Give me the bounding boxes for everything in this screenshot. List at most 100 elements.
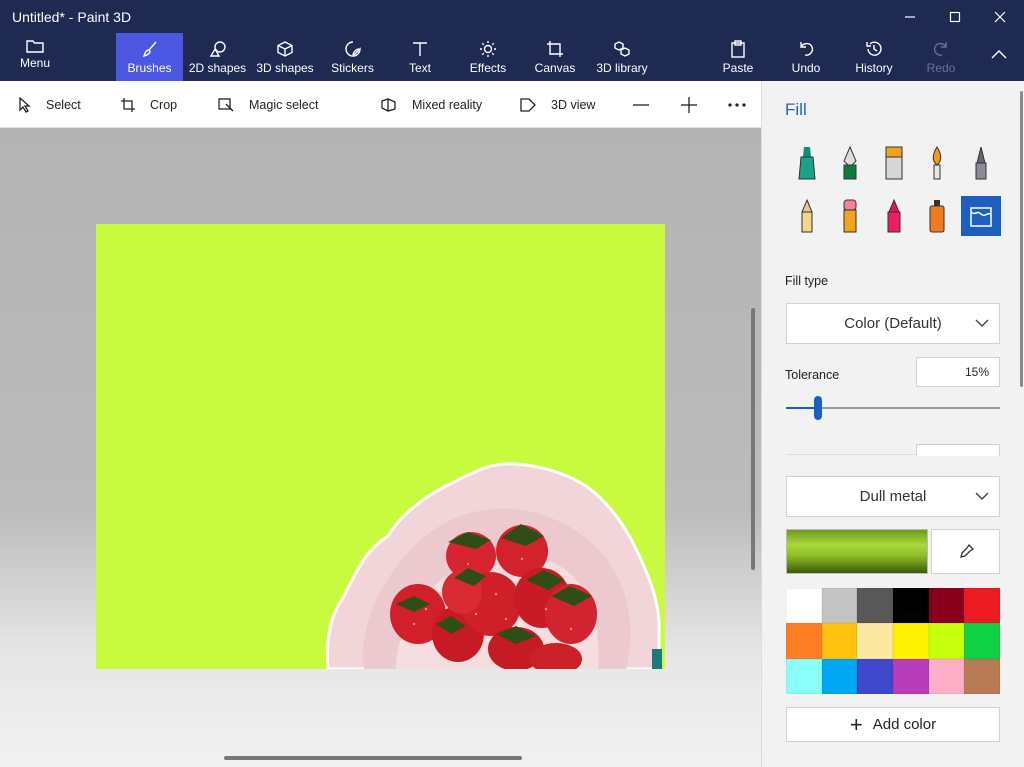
palette-swatch[interactable] xyxy=(857,588,893,624)
palette-swatch[interactable] xyxy=(893,658,929,694)
magic-select-button[interactable]: Magic select xyxy=(217,81,318,128)
ribbon: Menu Brushes 2D shapes 3D shapes Sticker… xyxy=(0,33,1024,81)
paste-button[interactable]: Paste xyxy=(718,33,758,81)
drawing-canvas[interactable] xyxy=(96,224,665,669)
collapse-ribbon-button[interactable] xyxy=(984,33,1014,81)
palette-swatch[interactable] xyxy=(964,658,1000,694)
workspace[interactable] xyxy=(0,128,761,767)
history-label: History xyxy=(855,61,893,75)
zoom-out-button[interactable] xyxy=(632,81,650,128)
stickers-tab[interactable]: Stickers xyxy=(324,33,381,81)
palette-swatch[interactable] xyxy=(928,588,965,624)
palette-swatch[interactable] xyxy=(964,588,1000,624)
redo-icon xyxy=(933,42,947,56)
select-label: Select xyxy=(46,97,81,112)
3d-view-button[interactable]: 3D view xyxy=(519,81,595,128)
3d-view-icon xyxy=(520,97,536,112)
more-options-button[interactable] xyxy=(728,81,746,128)
oil-brush-button[interactable] xyxy=(874,143,914,183)
chevron-down-icon xyxy=(975,319,989,327)
window-title: Untitled* - Paint 3D xyxy=(12,9,132,25)
spray-can-button[interactable] xyxy=(917,196,957,236)
panel-scrollbar[interactable] xyxy=(1020,91,1023,387)
2d-shapes-tab[interactable]: 2D shapes xyxy=(186,33,249,81)
chevron-down-icon xyxy=(975,492,989,500)
palette-swatch[interactable] xyxy=(928,658,965,694)
horizontal-scrollbar[interactable] xyxy=(224,756,522,760)
eraser-button[interactable] xyxy=(830,196,870,236)
crop-button[interactable]: Crop xyxy=(120,81,177,128)
vertical-scrollbar[interactable] xyxy=(751,308,755,570)
canvas-label: Canvas xyxy=(534,61,576,75)
fill-type-value: Color (Default) xyxy=(844,315,942,332)
crop-label: Crop xyxy=(150,97,178,112)
zoom-in-button[interactable] xyxy=(680,81,698,128)
minimize-icon xyxy=(905,15,915,18)
history-button[interactable]: History xyxy=(850,33,898,81)
maximize-button[interactable] xyxy=(932,0,978,33)
undo-label: Undo xyxy=(791,61,821,75)
palette-swatch[interactable] xyxy=(786,658,822,694)
title-bar: Untitled* - Paint 3D xyxy=(0,0,1024,33)
palette-swatch[interactable] xyxy=(821,658,858,694)
close-icon xyxy=(994,11,1006,22)
color-palette xyxy=(786,588,1000,694)
palette-swatch[interactable] xyxy=(786,623,822,659)
menu-button[interactable]: Menu xyxy=(10,33,60,81)
pixel-pen-icon xyxy=(975,146,987,180)
palette-swatch[interactable] xyxy=(786,588,822,624)
minimize-button[interactable] xyxy=(887,0,933,33)
text-tab[interactable]: Text xyxy=(396,33,444,81)
undo-button[interactable]: Undo xyxy=(786,33,826,81)
pencil-icon xyxy=(801,198,813,233)
effects-tab[interactable]: Effects xyxy=(463,33,513,81)
palette-swatch[interactable] xyxy=(964,623,1000,659)
palette-swatch[interactable] xyxy=(893,588,929,624)
palette-swatch[interactable] xyxy=(857,658,893,694)
divider xyxy=(786,454,916,455)
effects-label: Effects xyxy=(469,61,507,75)
palette-swatch[interactable] xyxy=(857,623,893,659)
palette-swatch[interactable] xyxy=(821,623,858,659)
eyedropper-button[interactable] xyxy=(931,529,1000,574)
pixel-pen-button[interactable] xyxy=(961,143,1001,183)
magic-select-label: Magic select xyxy=(249,97,319,112)
oil-brush-icon xyxy=(885,146,903,180)
canvas-tab[interactable]: Canvas xyxy=(530,33,580,81)
current-color-swatch[interactable] xyxy=(786,529,928,574)
history-icon xyxy=(866,41,882,56)
crop-icon xyxy=(121,97,135,112)
palette-swatch[interactable] xyxy=(893,623,929,659)
brushes-label: Brushes xyxy=(127,61,172,75)
folder-icon xyxy=(26,40,44,53)
tolerance-slider[interactable] xyxy=(786,396,1000,420)
partial-input[interactable] xyxy=(916,444,1000,456)
brushes-tab[interactable]: Brushes xyxy=(116,33,183,81)
sticker-icon xyxy=(344,41,361,57)
panel-title: Fill xyxy=(785,100,807,119)
redo-label: Redo xyxy=(926,61,956,75)
crayon-button[interactable] xyxy=(874,196,914,236)
fill-type-dropdown[interactable]: Color (Default) xyxy=(786,303,1000,344)
select-button[interactable]: Select xyxy=(18,81,81,128)
sun-icon xyxy=(480,41,496,57)
redo-button[interactable]: Redo xyxy=(922,33,960,81)
calligraphy-pen-button[interactable] xyxy=(830,143,870,183)
tolerance-input[interactable]: 15% xyxy=(916,357,1000,387)
material-dropdown[interactable]: Dull metal xyxy=(786,476,1000,517)
crayon-icon xyxy=(887,198,901,233)
close-button[interactable] xyxy=(977,0,1023,33)
mixed-reality-button[interactable]: Mixed reality xyxy=(380,81,482,128)
add-color-button[interactable]: + Add color xyxy=(786,707,1000,742)
palette-swatch[interactable] xyxy=(821,588,858,624)
3d-shapes-tab[interactable]: 3D shapes xyxy=(253,33,317,81)
menu-label: Menu xyxy=(19,56,51,70)
fill-button[interactable] xyxy=(961,196,1001,236)
palette-swatch[interactable] xyxy=(928,623,965,659)
3d-library-tab[interactable]: 3D library xyxy=(593,33,651,81)
marker-button[interactable] xyxy=(787,143,827,183)
pencil-button[interactable] xyxy=(787,196,827,236)
watercolor-button[interactable] xyxy=(917,143,957,183)
tolerance-slider-thumb[interactable] xyxy=(814,396,823,420)
cursor-icon xyxy=(19,96,31,113)
